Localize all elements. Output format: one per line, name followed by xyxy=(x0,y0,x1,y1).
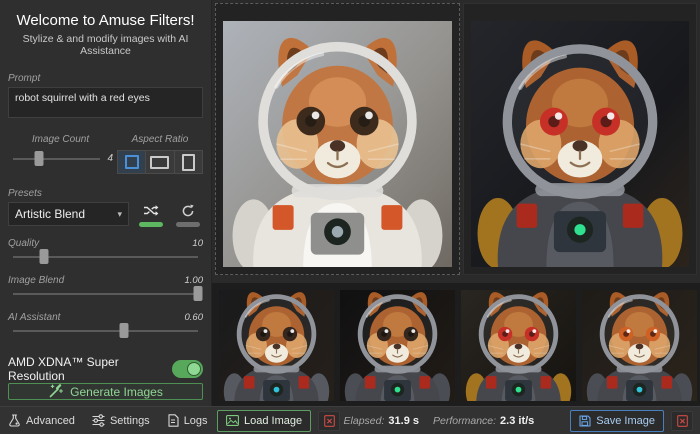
settings-label: Settings xyxy=(109,414,150,427)
load-image-icon xyxy=(226,415,239,426)
source-image[interactable] xyxy=(223,21,452,267)
logs-label: Logs xyxy=(183,414,208,427)
image-blend-slider-thumb[interactable] xyxy=(193,286,203,301)
ai-assistant-slider-thumb[interactable] xyxy=(119,323,129,338)
clear-source-image-button[interactable] xyxy=(318,410,341,431)
aspect-ratio-group xyxy=(117,150,203,174)
thumbnail-strip xyxy=(212,283,700,406)
generate-images-label: Generate Images xyxy=(70,384,163,399)
portrait-ratio-icon xyxy=(181,153,195,171)
aspect-square-button[interactable] xyxy=(118,151,147,173)
performance-label: Performance: xyxy=(433,414,497,427)
image-count-label: Image Count xyxy=(31,134,90,145)
performance-stat: Performance: 2.3 it/s xyxy=(433,415,534,427)
ai-assistant-value: 0.60 xyxy=(184,312,204,323)
presets-selected-value: Artistic Blend xyxy=(15,207,86,221)
save-image-label: Save Image xyxy=(596,414,655,427)
shuffle-icon xyxy=(144,205,159,216)
logs-document-icon xyxy=(168,414,179,427)
source-image-dropzone[interactable] xyxy=(215,3,460,275)
image-blend-label: Image Blend xyxy=(8,275,65,286)
delete-image-icon xyxy=(676,414,688,427)
save-image-button[interactable]: Save Image xyxy=(570,409,664,432)
image-count-slider-thumb[interactable] xyxy=(34,151,44,166)
thumbnail-4[interactable] xyxy=(582,290,697,401)
image-count-value: 4 xyxy=(107,153,113,164)
elapsed-value: 31.9 s xyxy=(388,414,420,427)
landscape-ratio-icon xyxy=(150,155,170,169)
quality-label: Quality xyxy=(8,238,40,249)
advanced-label: Advanced xyxy=(26,414,75,427)
shuffle-preset-button[interactable] xyxy=(143,202,159,219)
quality-value: 10 xyxy=(192,238,203,249)
status-bar: Advanced Settings Logs i xyxy=(0,406,700,434)
elapsed-stat: Elapsed: 31.9 s xyxy=(344,415,419,427)
logs-button[interactable]: Logs xyxy=(167,414,208,427)
result-image[interactable] xyxy=(471,21,689,267)
presets-dropdown[interactable]: Artistic Blend ▾ xyxy=(8,202,129,226)
load-image-button[interactable]: Load Image xyxy=(217,409,312,432)
delete-image-icon xyxy=(323,414,335,427)
square-ratio-icon xyxy=(124,155,139,169)
elapsed-label: Elapsed: xyxy=(343,414,385,427)
delete-result-image-button[interactable] xyxy=(671,410,693,431)
settings-sliders-icon xyxy=(92,414,105,427)
aspect-ratio-label: Aspect Ratio xyxy=(131,134,189,145)
ai-assistant-label: AI Assistant xyxy=(8,312,61,323)
presets-label: Presets xyxy=(8,188,42,199)
result-image-panel[interactable] xyxy=(463,3,697,275)
magic-wand-icon xyxy=(49,384,64,398)
super-resolution-toggle[interactable] xyxy=(171,360,203,378)
refresh-inactive-indicator xyxy=(176,222,200,227)
prompt-label: Prompt xyxy=(8,73,41,84)
advanced-button[interactable]: Advanced xyxy=(8,414,75,427)
quality-slider-thumb[interactable] xyxy=(39,249,49,264)
image-blend-value: 1.00 xyxy=(184,275,204,286)
super-resolution-label: AMD XDNA™ Super Resolution xyxy=(8,355,119,383)
image-blend-slider[interactable] xyxy=(13,286,203,301)
refresh-preset-button[interactable] xyxy=(181,202,195,219)
chevron-down-icon: ▾ xyxy=(117,208,122,219)
performance-value: 2.3 it/s xyxy=(500,414,535,427)
ai-assistant-slider[interactable] xyxy=(13,323,198,338)
advanced-beaker-icon xyxy=(9,414,20,427)
thumbnail-1[interactable] xyxy=(219,290,334,401)
image-count-slider[interactable] xyxy=(13,151,101,166)
shuffle-active-indicator xyxy=(139,222,163,227)
refresh-icon xyxy=(182,204,194,216)
sidebar: Welcome to Amuse Filters! Stylize & and … xyxy=(0,0,212,406)
toggle-knob xyxy=(187,362,201,376)
page-title: Welcome to Amuse Filters! xyxy=(16,12,195,29)
prompt-input[interactable]: robot squirrel with a red eyes xyxy=(8,87,203,118)
aspect-portrait-button[interactable] xyxy=(175,151,202,173)
quality-slider[interactable] xyxy=(13,249,198,264)
thumbnail-3[interactable] xyxy=(461,290,576,401)
image-workspace xyxy=(212,0,700,406)
thumbnail-2[interactable] xyxy=(340,290,455,401)
load-image-label: Load Image xyxy=(244,414,303,427)
settings-button[interactable]: Settings xyxy=(92,414,150,427)
amuse-app-window: Welcome to Amuse Filters! Stylize & and … xyxy=(0,0,700,434)
save-floppy-icon xyxy=(579,414,591,427)
page-subtitle: Stylize & and modify images with AI Assi… xyxy=(22,33,189,57)
generate-images-button[interactable]: Generate Images xyxy=(8,383,203,400)
aspect-landscape-button[interactable] xyxy=(146,151,175,173)
